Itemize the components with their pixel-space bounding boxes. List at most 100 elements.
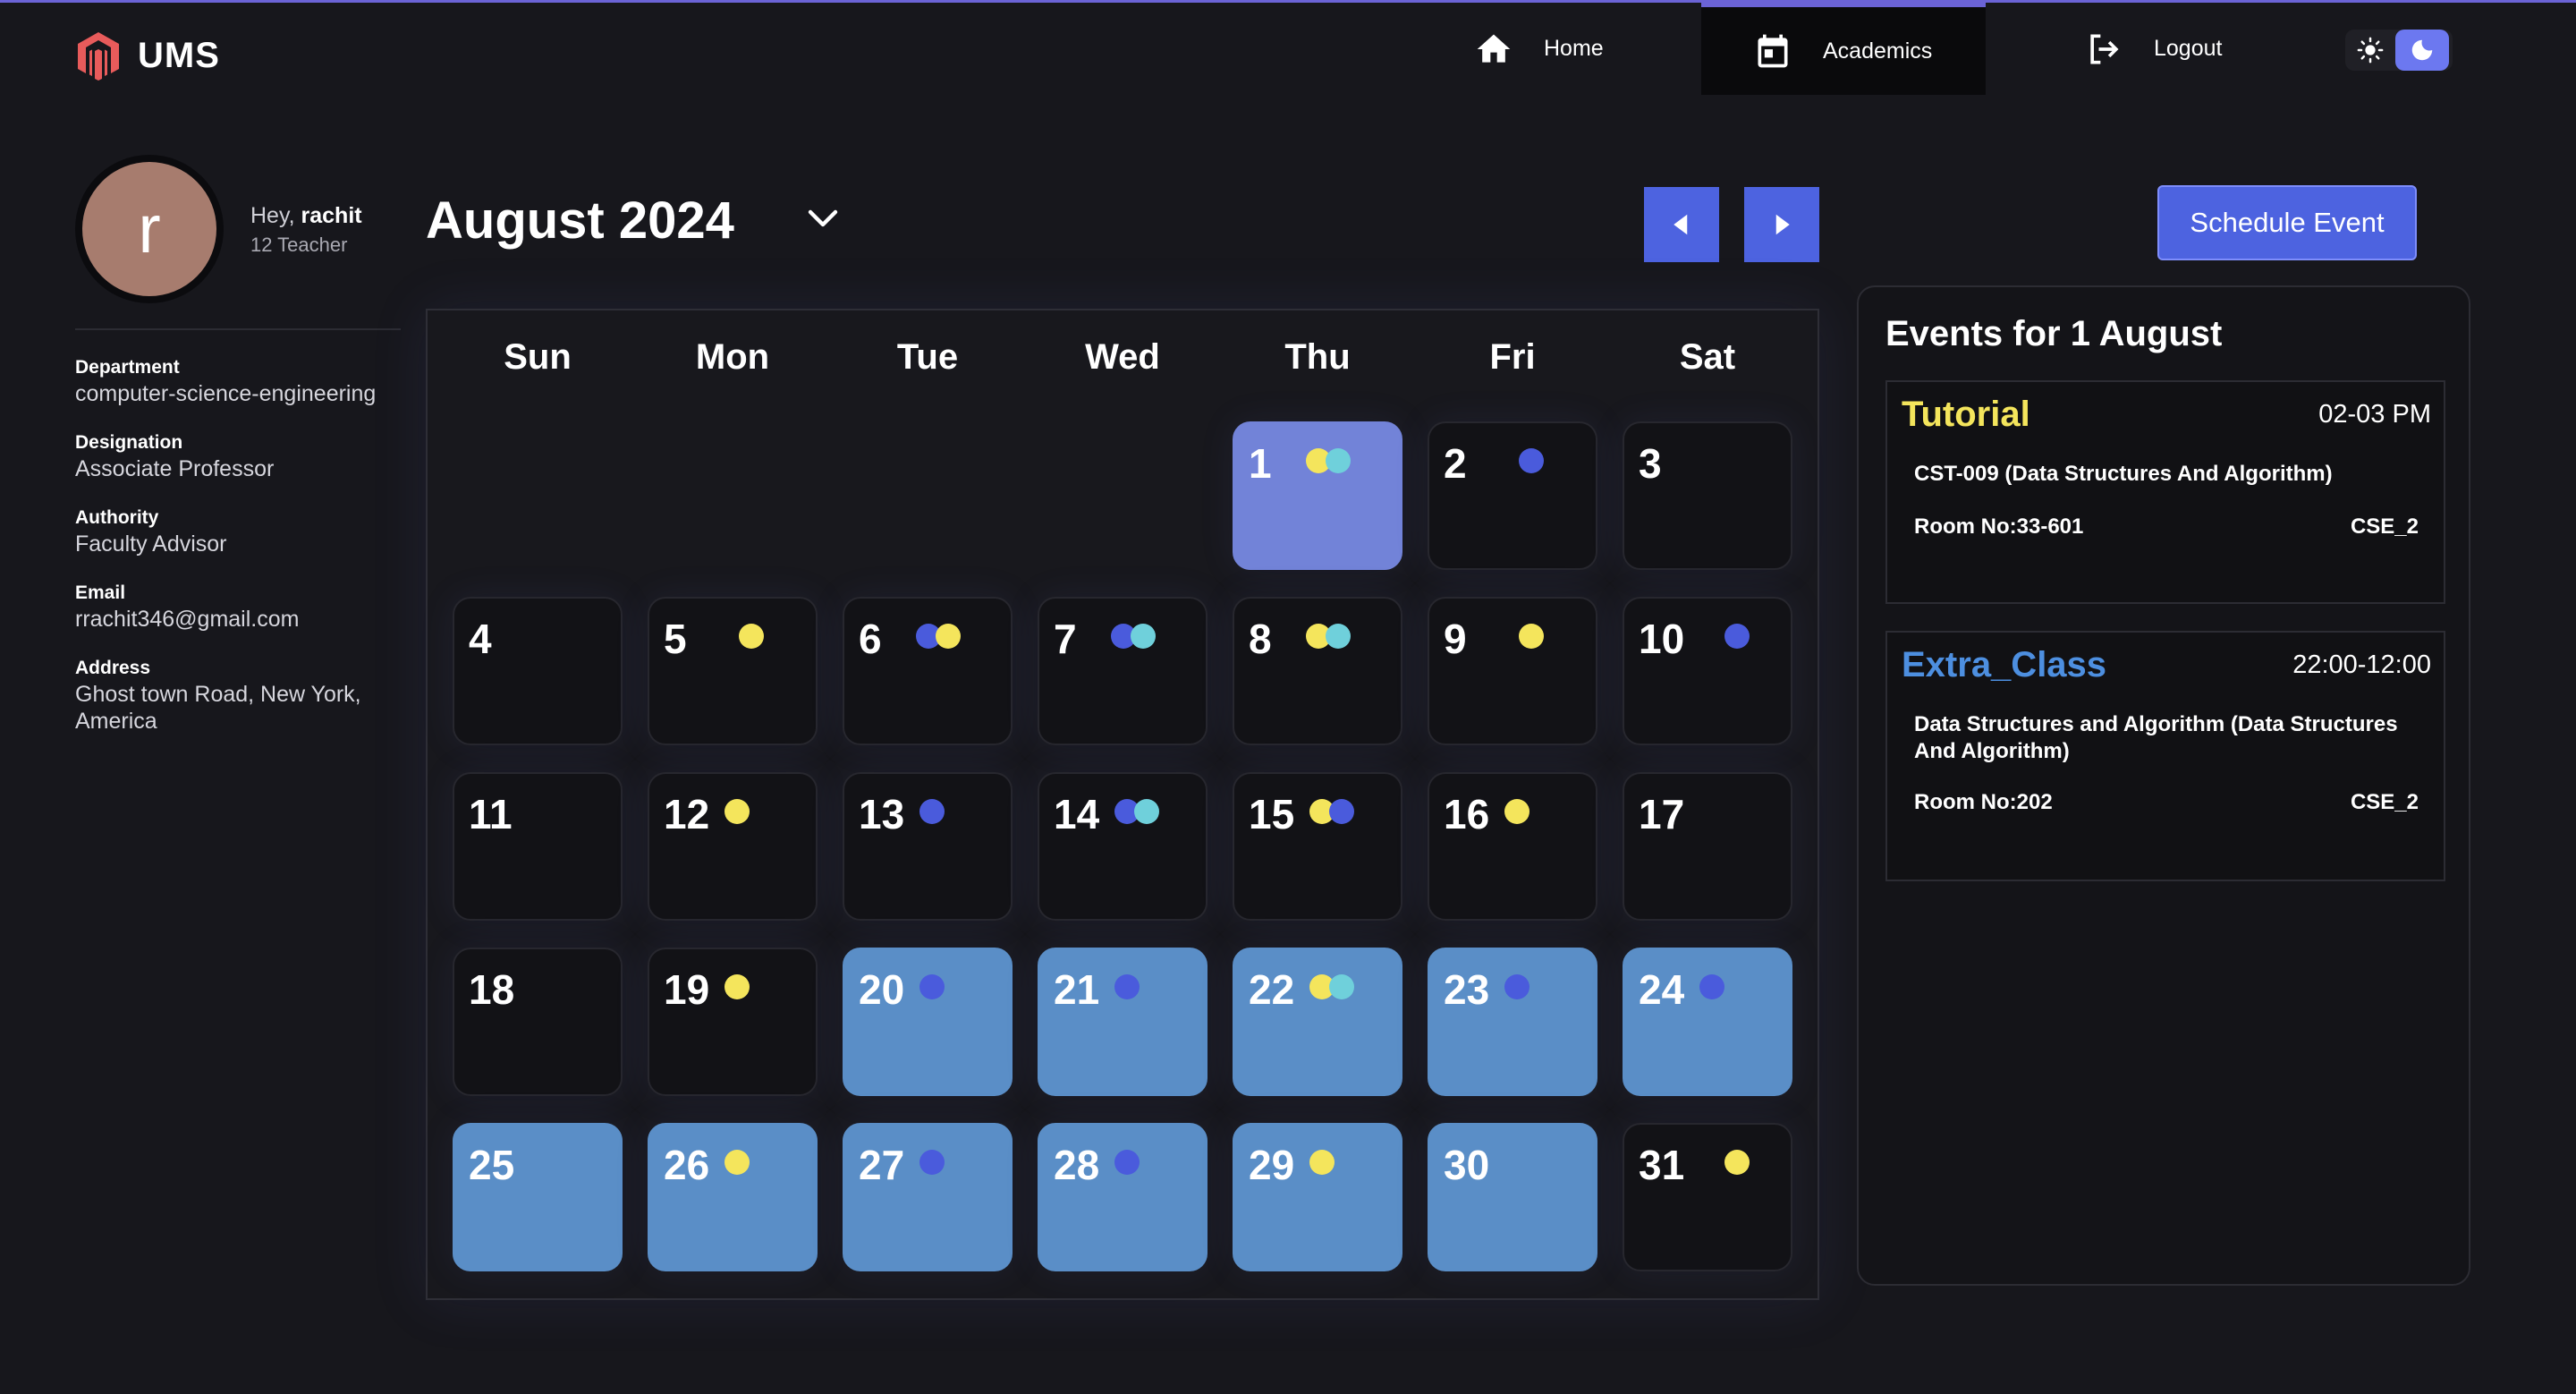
- day-number: 6: [859, 616, 882, 662]
- day-cell[interactable]: 12: [648, 772, 818, 921]
- event-dots: [1724, 1150, 1750, 1175]
- day-number: 13: [859, 791, 905, 837]
- day-cell[interactable]: 1: [1233, 421, 1402, 570]
- moon-icon[interactable]: [2395, 30, 2449, 71]
- day-cell[interactable]: 31: [1623, 1123, 1792, 1271]
- day-cell[interactable]: 9: [1428, 597, 1597, 745]
- day-number: 23: [1444, 966, 1490, 1013]
- day-number: 10: [1639, 616, 1685, 662]
- day-cell[interactable]: 10: [1623, 597, 1792, 745]
- day-cell[interactable]: 16: [1428, 772, 1597, 921]
- event-dots: [1309, 799, 1354, 824]
- event-card-extra-class[interactable]: Extra_Class 22:00-12:00 Data Structures …: [1885, 631, 2445, 881]
- event-type: Extra_Class: [1902, 645, 2107, 684]
- event-dot: [739, 624, 764, 649]
- day-cell[interactable]: 11: [453, 772, 623, 921]
- day-cell[interactable]: 18: [453, 948, 623, 1096]
- top-navbar: UMS Home Academics Logout: [0, 0, 2576, 98]
- info-value: computer-science-engineering: [75, 381, 377, 406]
- event-dot: [1329, 974, 1354, 999]
- day-cell[interactable]: 27: [843, 1123, 1013, 1271]
- event-dots: [919, 1150, 945, 1175]
- nav-academics[interactable]: Academics: [1701, 0, 1986, 95]
- event-dot: [1309, 1150, 1335, 1175]
- nav-academics-label: Academics: [1823, 38, 1933, 64]
- day-number: 19: [664, 966, 710, 1013]
- event-dots: [919, 974, 945, 999]
- event-dots: [1309, 1150, 1335, 1175]
- day-cell[interactable]: 28: [1038, 1123, 1208, 1271]
- event-dot: [724, 1150, 750, 1175]
- event-dot: [1114, 974, 1140, 999]
- event-time: 22:00-12:00: [2292, 650, 2431, 679]
- greeting: Hey, rachit: [250, 203, 362, 229]
- theme-toggle[interactable]: [2345, 30, 2453, 71]
- event-room: Room No:202: [1914, 790, 2053, 814]
- day-number: 29: [1249, 1142, 1295, 1188]
- user-role: 12 Teacher: [250, 234, 348, 256]
- day-cell[interactable]: 7: [1038, 597, 1208, 745]
- event-dot: [919, 1150, 945, 1175]
- nav-logout-label: Logout: [2154, 36, 2223, 61]
- day-cell[interactable]: 3: [1623, 421, 1792, 570]
- day-cell[interactable]: 30: [1428, 1123, 1597, 1271]
- info-email: Email rrachit346@gmail.com: [75, 582, 415, 633]
- day-cell[interactable]: 20: [843, 948, 1013, 1096]
- day-cell[interactable]: 17: [1623, 772, 1792, 921]
- day-cell[interactable]: 26: [648, 1123, 818, 1271]
- event-dot: [1699, 974, 1724, 999]
- event-dots: [739, 624, 764, 649]
- event-dot: [1329, 799, 1354, 824]
- day-cell[interactable]: 4: [453, 597, 623, 745]
- day-number: 17: [1639, 791, 1685, 837]
- schedule-event-button[interactable]: Schedule Event: [2157, 185, 2417, 260]
- day-number: 7: [1054, 616, 1077, 662]
- day-number: 12: [664, 791, 710, 837]
- day-cell[interactable]: 6: [843, 597, 1013, 745]
- event-dots: [916, 624, 961, 649]
- event-dots: [1309, 974, 1354, 999]
- event-dots: [1111, 624, 1156, 649]
- calendar-icon: [1758, 34, 1788, 68]
- day-cell[interactable]: 8: [1233, 597, 1402, 745]
- event-dots: [724, 1150, 750, 1175]
- user-name: rachit: [301, 203, 362, 228]
- info-label: Designation: [75, 432, 183, 453]
- day-cell[interactable]: 23: [1428, 948, 1597, 1096]
- brand[interactable]: UMS: [75, 30, 220, 81]
- day-cell[interactable]: 13: [843, 772, 1013, 921]
- avatar: r: [75, 155, 224, 303]
- event-dots: [1306, 448, 1351, 473]
- event-dot: [1724, 1150, 1750, 1175]
- event-card-tutorial[interactable]: Tutorial 02-03 PM CST-009 (Data Structur…: [1885, 380, 2445, 604]
- info-designation: Designation Associate Professor: [75, 432, 415, 482]
- next-month-button[interactable]: [1744, 187, 1819, 262]
- nav-home[interactable]: Home: [1474, 3, 1604, 95]
- events-title: Events for 1 August: [1885, 314, 2223, 353]
- event-dots: [1114, 974, 1140, 999]
- prev-month-button[interactable]: [1644, 187, 1719, 262]
- day-cell[interactable]: 14: [1038, 772, 1208, 921]
- day-cell[interactable]: 2: [1428, 421, 1597, 570]
- day-cell[interactable]: 22: [1233, 948, 1402, 1096]
- event-dot: [1134, 799, 1159, 824]
- info-address: Address Ghost town Road, New York, Ameri…: [75, 658, 406, 735]
- day-number: 2: [1444, 440, 1467, 487]
- day-cell[interactable]: 5: [648, 597, 818, 745]
- event-dots: [1504, 974, 1530, 999]
- day-cell[interactable]: 15: [1233, 772, 1402, 921]
- nav-logout[interactable]: Logout: [2084, 3, 2222, 95]
- sun-icon[interactable]: [2345, 30, 2395, 71]
- day-cell[interactable]: 25: [453, 1123, 623, 1271]
- event-section: CSE_2: [2350, 790, 2419, 814]
- day-number: 20: [859, 966, 905, 1013]
- chevron-down-icon[interactable]: [801, 198, 844, 241]
- day-cell[interactable]: 19: [648, 948, 818, 1096]
- day-cell[interactable]: 21: [1038, 948, 1208, 1096]
- triangle-left-icon: [1674, 214, 1688, 235]
- day-cell[interactable]: 24: [1623, 948, 1792, 1096]
- day-cell[interactable]: 29: [1233, 1123, 1402, 1271]
- event-subject: CST-009 (Data Structures And Algorithm): [1914, 462, 2333, 486]
- day-number: 25: [469, 1142, 515, 1188]
- info-label: Email: [75, 582, 126, 603]
